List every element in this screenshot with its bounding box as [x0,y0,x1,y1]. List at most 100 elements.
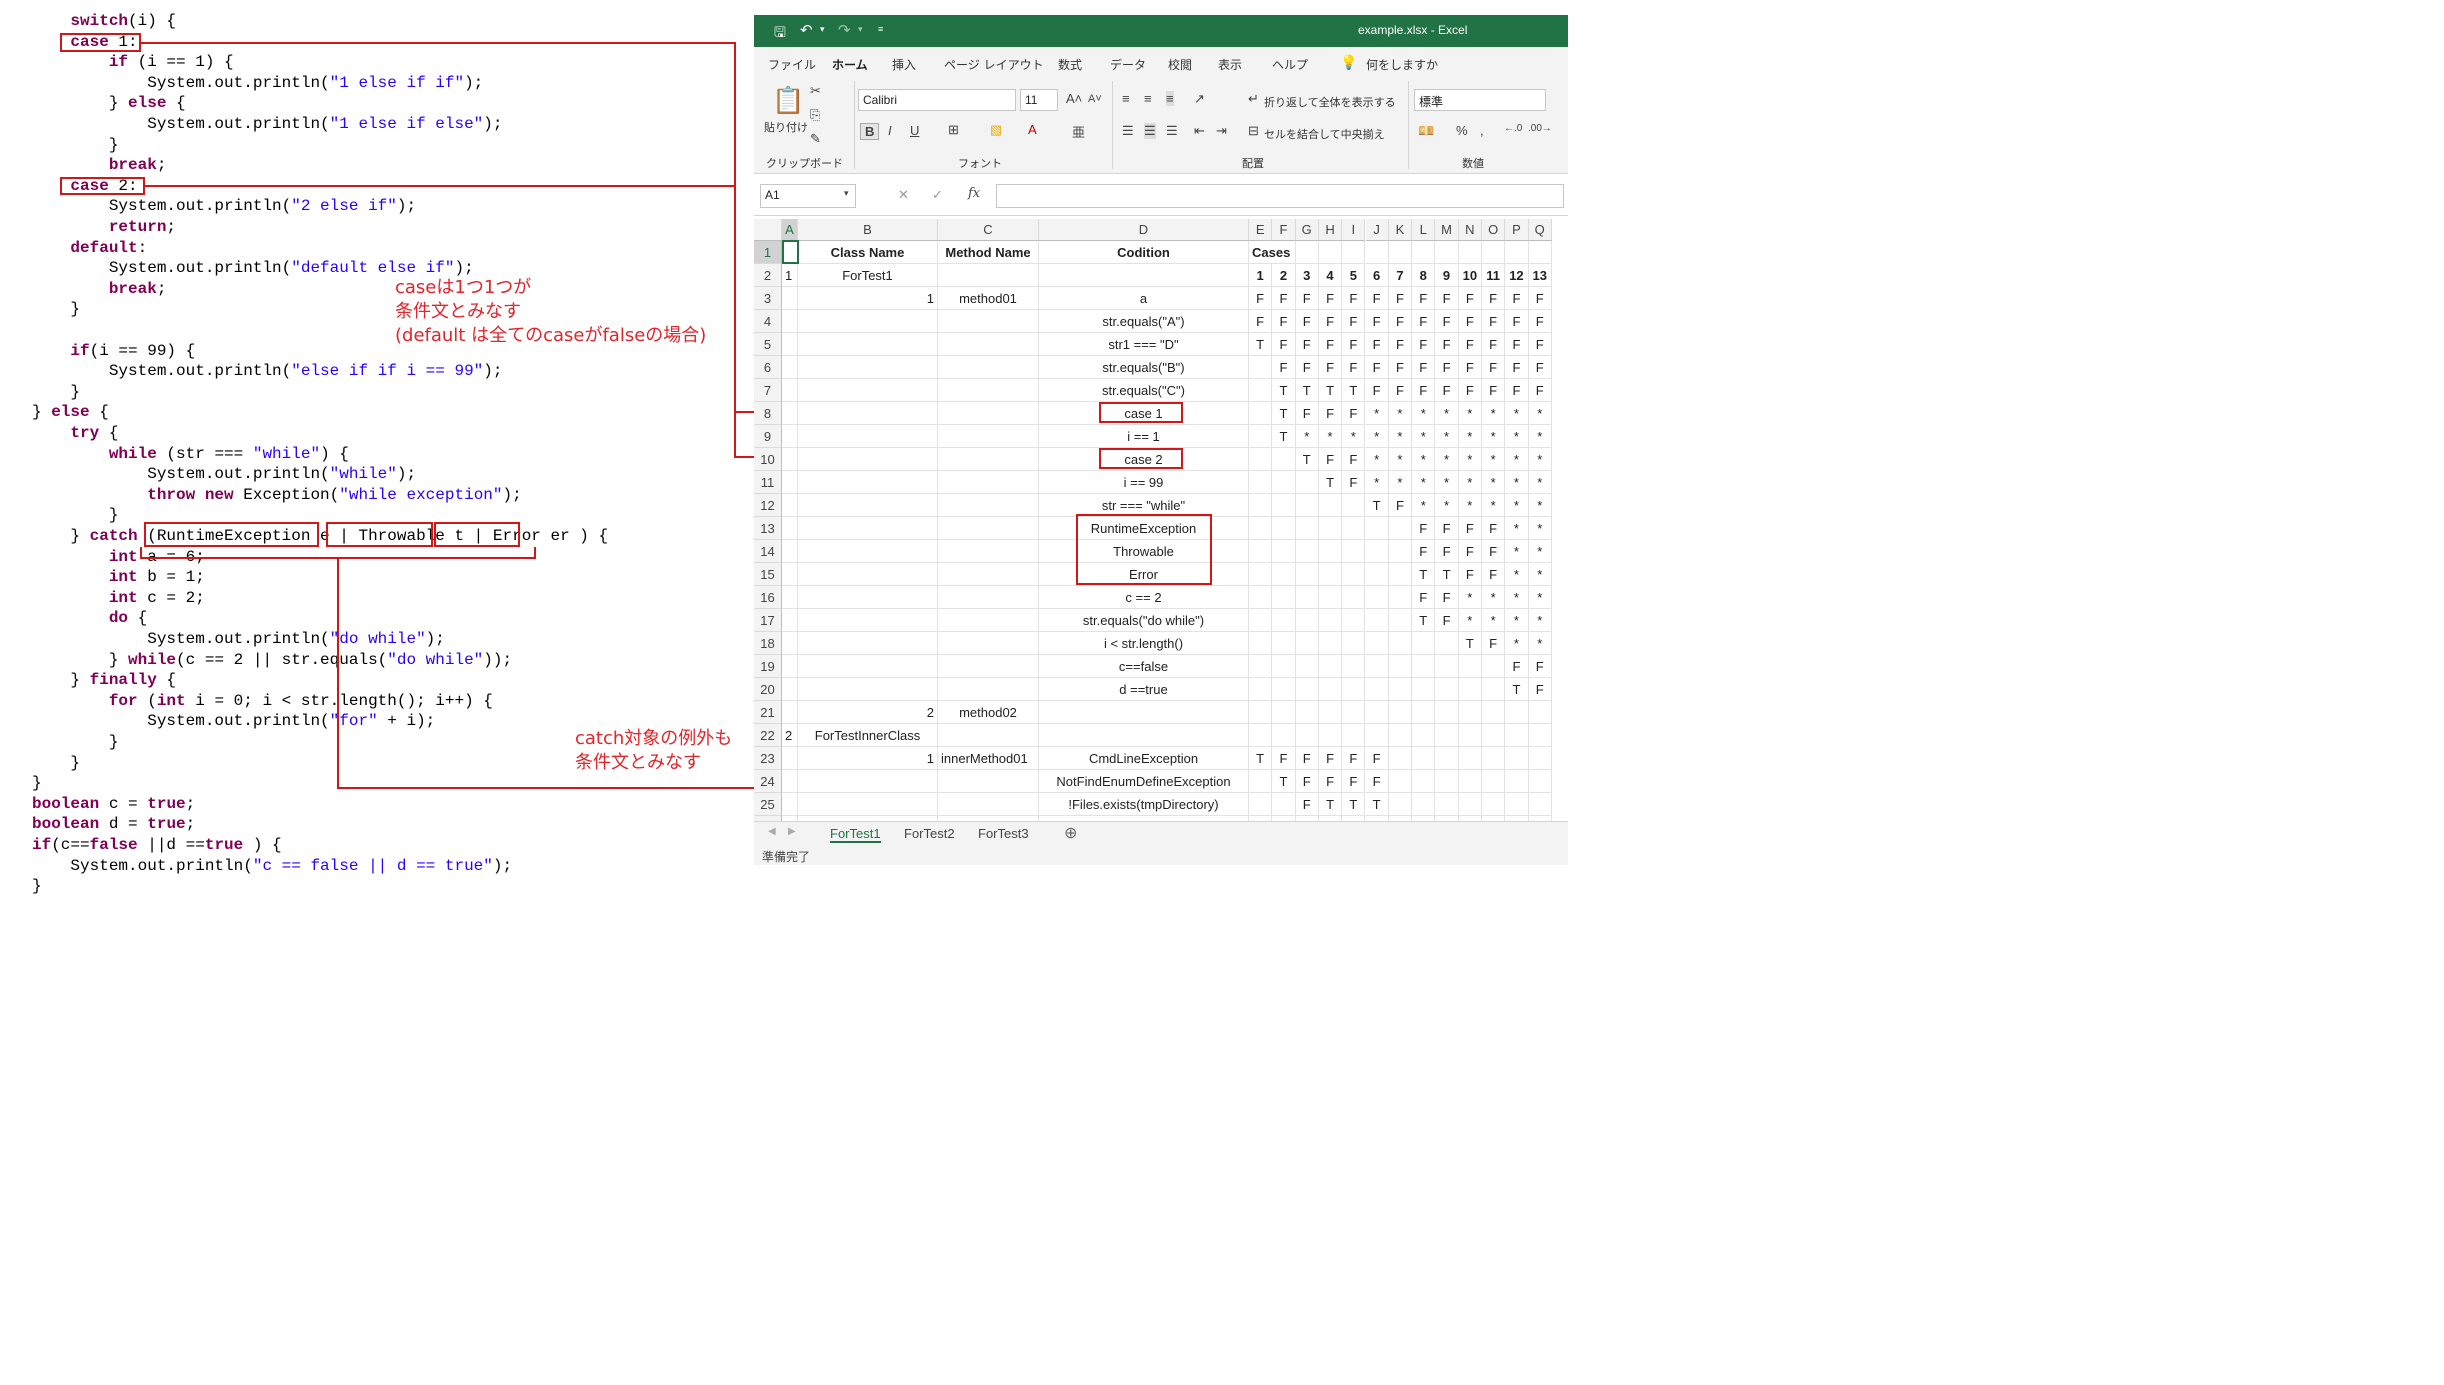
cell-d[interactable]: !Files.exists(tmpDirectory) [1039,793,1249,816]
column-header-p[interactable]: P [1505,219,1529,241]
cell-case[interactable] [1318,632,1343,655]
cell-case[interactable] [1272,540,1296,563]
cell-d[interactable]: i == 99 [1039,471,1249,494]
cell-case[interactable]: * [1435,448,1459,471]
cell-case[interactable] [1272,448,1296,471]
cell-case[interactable]: * [1528,448,1552,471]
cell-d[interactable]: Codition [1039,241,1249,264]
cell-case[interactable]: * [1505,471,1529,494]
redo-dropdown-icon[interactable]: ▾ [858,24,863,35]
cell-case[interactable]: F [1412,540,1436,563]
cell-c[interactable]: method02 [938,701,1039,724]
cell-c[interactable] [938,632,1039,655]
insert-function-icon[interactable]: fx [968,186,980,201]
cell-case[interactable]: F [1365,310,1389,333]
cell-case[interactable] [1458,655,1482,678]
cell-case[interactable]: 6 [1365,264,1389,287]
cell-case[interactable]: F [1435,310,1459,333]
cell-case[interactable]: F [1295,793,1319,816]
cell-a[interactable] [782,448,798,471]
cell-d[interactable]: c==false [1039,655,1249,678]
tab-file[interactable]: ファイル [768,56,816,73]
cell-d[interactable]: str.equals("do while") [1039,609,1249,632]
cell-b[interactable]: ForTestInnerClass [798,724,938,747]
column-header-k[interactable]: K [1388,219,1413,241]
new-sheet-icon[interactable]: ⊕ [1064,823,1077,843]
cell-case[interactable]: 1 [1249,264,1273,287]
cell-c[interactable] [938,471,1039,494]
cell-case[interactable] [1365,241,1389,264]
cell-b[interactable] [798,678,938,701]
cell-d[interactable]: str.equals("B") [1039,356,1249,379]
cell-case[interactable]: F [1318,287,1343,310]
cell-case[interactable]: F [1342,356,1366,379]
cell-c[interactable] [938,333,1039,356]
cell-case[interactable]: 4 [1318,264,1343,287]
scroll-sheets-right-icon[interactable]: ▶ [788,826,796,837]
cell-case[interactable] [1412,701,1436,724]
cell-case[interactable]: F [1435,586,1459,609]
cell-case[interactable] [1505,724,1529,747]
cell-case[interactable] [1388,241,1413,264]
cell-case[interactable] [1365,655,1389,678]
cell-case[interactable] [1295,241,1319,264]
format-painter-icon[interactable]: ✎ [810,131,821,147]
cell-case[interactable] [1318,241,1343,264]
redo-icon[interactable]: ↷ [838,21,851,39]
cell-case[interactable]: F [1528,333,1552,356]
cell-c[interactable] [938,517,1039,540]
cell-case[interactable]: * [1505,448,1529,471]
copy-icon[interactable]: ⎘ [810,107,820,123]
row-header[interactable]: 19 [754,655,782,678]
select-all-corner[interactable] [754,219,782,241]
cell-case[interactable]: F [1388,287,1413,310]
cell-case[interactable] [1295,701,1319,724]
cell-a[interactable] [782,701,798,724]
cell-case[interactable] [1388,724,1413,747]
cell-c[interactable] [938,310,1039,333]
cell-case[interactable] [1388,701,1413,724]
cell-case[interactable]: F [1458,287,1482,310]
cell-case[interactable] [1342,701,1366,724]
cell-case[interactable]: 10 [1458,264,1482,287]
cell-case[interactable]: F [1458,333,1482,356]
cell-case[interactable]: F [1318,747,1343,770]
cell-case[interactable] [1342,632,1366,655]
cell-case[interactable]: F [1458,379,1482,402]
cell-b[interactable] [798,402,938,425]
cell-case[interactable]: T [1435,563,1459,586]
row-header[interactable]: 23 [754,747,782,770]
cell-case[interactable] [1388,540,1413,563]
cell-case[interactable] [1295,609,1319,632]
cell-case[interactable] [1388,793,1413,816]
cancel-icon[interactable]: ✕ [898,187,909,203]
cell-case[interactable]: T [1249,333,1273,356]
cell-case[interactable] [1249,379,1273,402]
tab-data[interactable]: データ [1110,56,1146,73]
cell-case[interactable]: F [1435,379,1459,402]
quick-access-customize-icon[interactable]: ≡ [878,24,883,34]
cell-case[interactable]: 11 [1482,264,1506,287]
cell-case[interactable]: F [1295,310,1319,333]
row-header[interactable]: 11 [754,471,782,494]
cut-icon[interactable]: ✂ [810,83,821,99]
row-header[interactable]: 3 [754,287,782,310]
cell-case[interactable]: F [1365,379,1389,402]
increase-decimal-icon[interactable]: ←.0 [1504,123,1522,134]
cell-case[interactable]: * [1365,471,1389,494]
cell-case[interactable] [1318,655,1343,678]
cell-d[interactable]: i == 1 [1039,425,1249,448]
align-middle-icon[interactable]: ≡ [1144,91,1152,106]
cell-case[interactable] [1295,655,1319,678]
cell-case[interactable] [1435,655,1459,678]
cell-b[interactable]: 1 [798,287,938,310]
cell-case[interactable] [1342,563,1366,586]
cell-case[interactable]: F [1528,287,1552,310]
cell-case[interactable] [1412,747,1436,770]
cell-case[interactable] [1505,770,1529,793]
cell-case[interactable]: F [1272,310,1296,333]
cell-case[interactable] [1249,494,1273,517]
cell-case[interactable]: F [1342,310,1366,333]
undo-icon[interactable]: ↶ [800,21,813,39]
cell-case[interactable] [1342,517,1366,540]
